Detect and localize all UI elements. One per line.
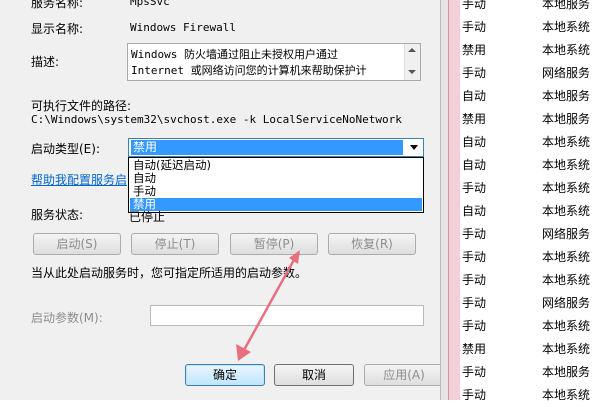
startup-type-cell: 自动 [462,89,487,103]
startup-option-disabled[interactable]: 禁用 [130,198,422,211]
startup-type-cell: 禁用 [462,112,487,126]
service-name-label: 服务名称: [31,0,84,10]
startup-type-cell: 手动 [462,365,487,379]
services-list: 手动 本地服务 手动 本地系统 禁用 本地系统 手动 网络服务 自动 本地服务 禁用 本地服务 自动 本地… [460,0,600,402]
startup-type-select[interactable]: 禁用 [128,138,424,157]
table-row[interactable]: 手动 网络服务 [460,62,600,85]
startup-option-auto[interactable]: 自动 [130,172,422,185]
table-row[interactable]: 手动 本地系统 [460,269,600,292]
table-row[interactable]: 自动 本地系统 [460,200,600,223]
stop-button[interactable]: 停止(T) [131,233,219,255]
startup-type-cell: 自动 [462,158,487,172]
startup-type-cell: 手动 [462,388,487,402]
display-name-value: Windows Firewall [130,21,236,34]
table-row[interactable]: 自动 本地系统 [460,131,600,154]
table-row[interactable]: 手动 本地系统 [460,315,600,338]
exe-path-value: C:\Windows\system32\svchost.exe -k Local… [31,113,402,126]
startup-type-cell: 手动 [462,181,487,195]
table-row[interactable]: 禁用 本地系统 [460,39,600,62]
logon-as-cell: 本地系统 [542,273,591,287]
chevron-down-icon[interactable] [410,145,418,150]
dialog-right-edge [440,0,448,400]
logon-as-cell: 本地系统 [542,135,591,149]
table-row[interactable]: 手动 网络服务 [460,292,600,315]
start-params-hint: 当从此处启动服务时，您可指定所适用的启动参数。 [31,266,308,280]
scroll-down-icon[interactable] [408,70,416,74]
table-row[interactable]: 手动 本地服务 [460,361,600,384]
table-row[interactable]: 手动 本地系统 [460,384,600,407]
service-properties-dialog: 服务名称: MpsSvc 显示名称: Windows Firewall 描述: … [0,0,448,400]
logon-as-cell: 本地服务 [542,112,591,126]
start-params-input[interactable] [150,305,424,326]
startup-option-auto-delayed[interactable]: 自动(延迟启动) [130,159,422,172]
logon-as-cell: 网络服务 [542,227,591,241]
exe-path-label: 可执行文件的路径: [31,99,132,113]
start-button[interactable]: 启动(S) [33,233,121,255]
table-row[interactable]: 自动 本地服务 [460,85,600,108]
logon-as-cell: 本地服务 [542,0,591,11]
display-name-label: 显示名称: [31,22,84,36]
cancel-button[interactable]: 取消 [274,364,354,386]
startup-type-cell: 手动 [462,227,487,241]
logon-as-cell: 本地系统 [542,43,591,57]
startup-type-dropdown: 自动(延迟启动) 自动 手动 禁用 [128,157,424,213]
pause-button[interactable]: 暂停(P) [230,233,318,255]
logon-as-cell: 网络服务 [542,66,591,80]
logon-as-cell: 本地服务 [542,89,591,103]
startup-type-cell: 手动 [462,66,487,80]
description-label: 描述: [31,55,60,69]
startup-type-cell: 自动 [462,204,487,218]
table-row[interactable]: 手动 本地系统 [460,177,600,200]
startup-type-cell: 自动 [462,135,487,149]
logon-as-cell: 本地系统 [542,319,591,333]
logon-as-cell: 本地系统 [542,204,591,218]
description-line: Internet 或网络访问您的计算机来帮助保护计 [131,64,367,77]
help-configure-link[interactable]: 帮助我配置服务启 [31,171,127,188]
service-status-label: 服务状态: [31,208,84,222]
startup-type-cell: 手动 [462,296,487,310]
startup-type-cell: 禁用 [462,43,487,57]
startup-type-label: 启动类型(E): [31,142,100,156]
logon-as-cell: 本地系统 [542,158,591,172]
table-row[interactable]: 禁用 本地系统 [460,338,600,361]
logon-as-cell: 本地系统 [542,20,591,34]
ok-button[interactable]: 确定 [185,364,265,386]
startup-type-cell: 手动 [462,20,487,34]
startup-type-selected: 禁用 [131,140,403,155]
service-status-value: 已停止 [129,210,166,224]
logon-as-cell: 本地服务 [542,365,591,379]
startup-option-manual[interactable]: 手动 [130,185,422,198]
table-row[interactable]: 禁用 本地服务 [460,108,600,131]
startup-type-cell: 手动 [462,319,487,333]
service-name-value: MpsSvc [130,0,170,8]
start-params-label: 启动参数(M): [31,311,103,325]
startup-type-cell: 手动 [462,250,487,264]
description-scrollbar[interactable] [404,44,420,80]
startup-type-cell: 手动 [462,0,487,11]
startup-type-cell: 手动 [462,273,487,287]
logon-as-cell: 网络服务 [542,296,591,310]
resume-button[interactable]: 恢复(R) [328,233,416,255]
logon-as-cell: 本地系统 [542,181,591,195]
description-textbox[interactable]: Windows 防火墙通过阻止未授权用户通过 Internet 或网络访问您的计… [127,43,421,81]
logon-as-cell: 本地系统 [542,388,591,402]
table-row[interactable]: 手动 网络服务 [460,223,600,246]
startup-type-cell: 禁用 [462,342,487,356]
logon-as-cell: 本地系统 [542,250,591,264]
window-frame [448,0,460,400]
description-line: Windows 防火墙通过阻止未授权用户通过 [131,48,338,61]
logon-as-cell: 本地系统 [542,342,591,356]
table-row[interactable]: 手动 本地服务 [460,0,600,16]
apply-button[interactable]: 应用(A) [364,364,444,386]
table-row[interactable]: 手动 本地系统 [460,16,600,39]
table-row[interactable]: 手动 本地系统 [460,246,600,269]
scroll-up-icon[interactable] [408,48,416,52]
table-row[interactable]: 自动 本地系统 [460,154,600,177]
